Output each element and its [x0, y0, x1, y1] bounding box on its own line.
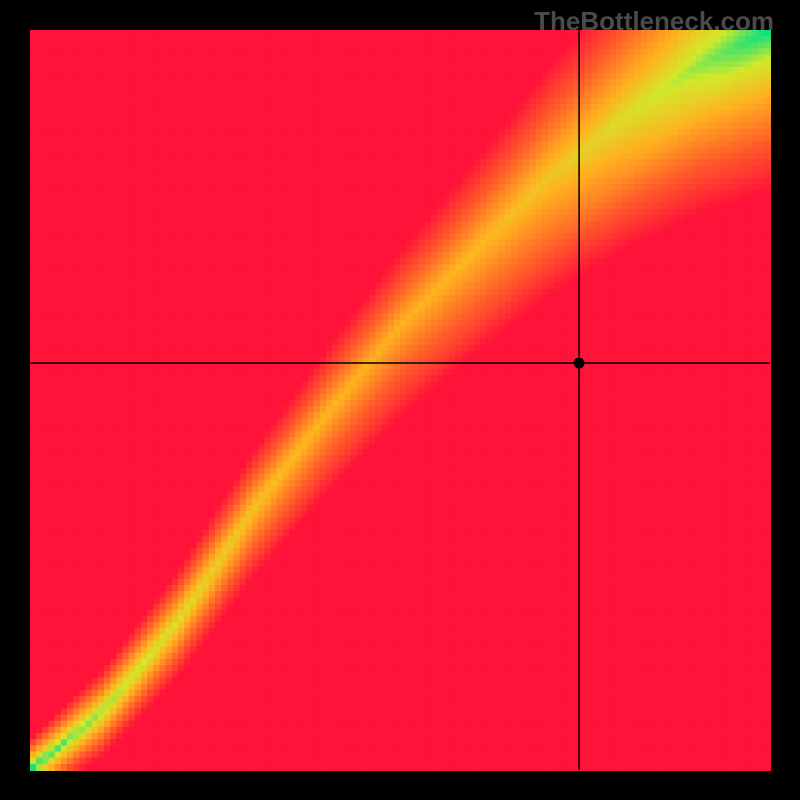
chart-root: TheBottleneck.com — [0, 0, 800, 800]
crosshair-overlay — [0, 0, 800, 800]
